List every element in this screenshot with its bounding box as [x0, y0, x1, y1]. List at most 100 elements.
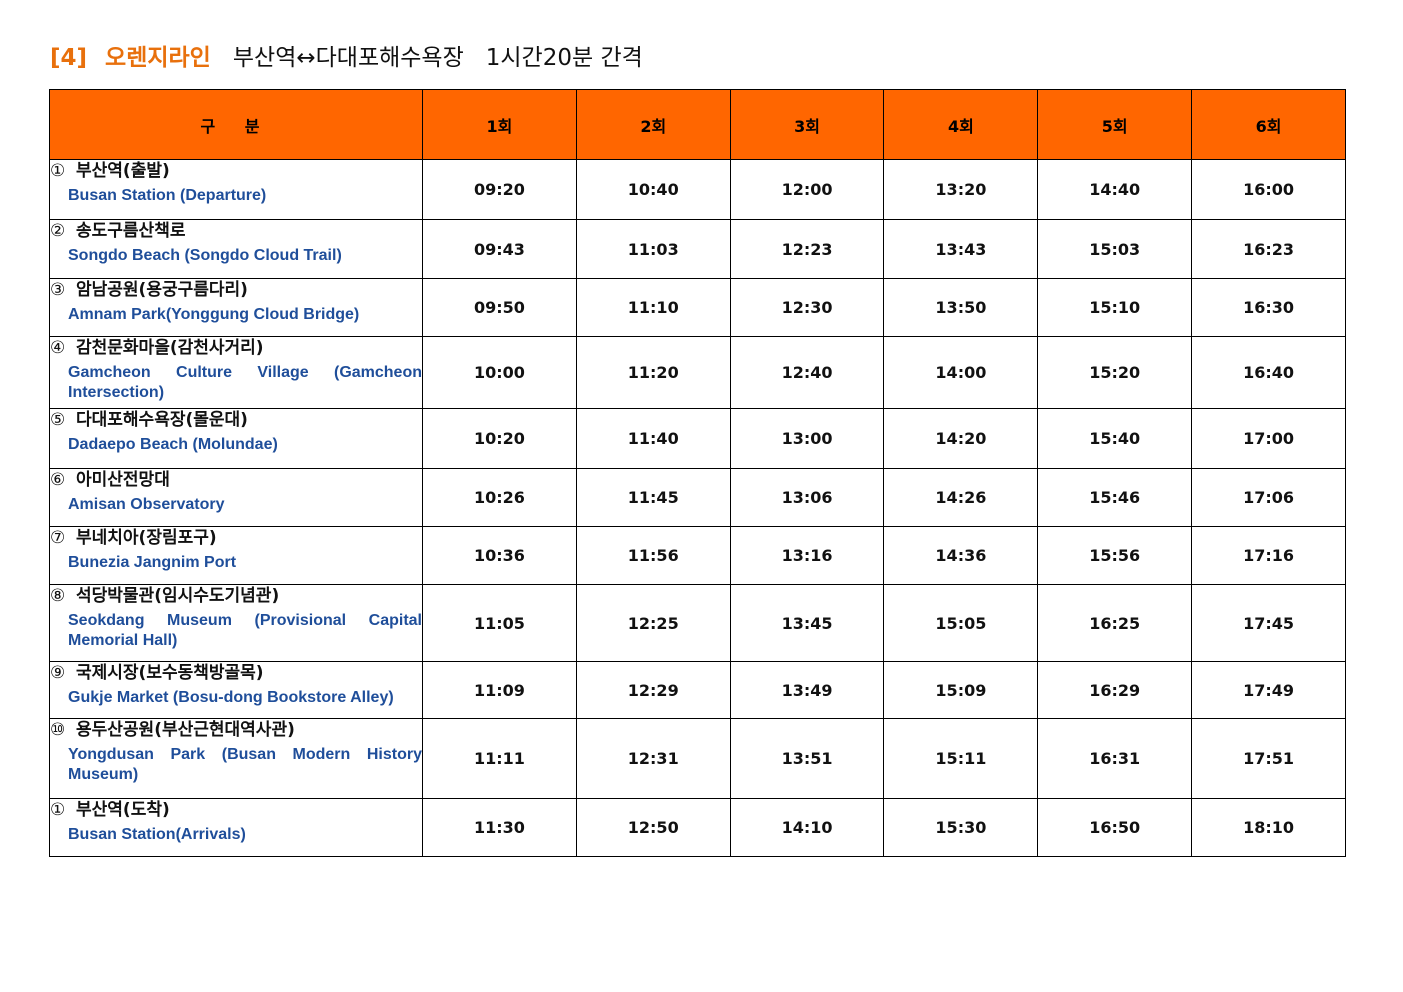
- departure-time-run-3: 12:30: [729, 278, 885, 337]
- departure-time-run-5: 16:25: [1037, 584, 1193, 662]
- departure-time-run-4: 13:20: [883, 159, 1039, 220]
- stop-cell: ④ 감천문화마을(감천사거리) Gamcheon Culture Village (…: [49, 336, 423, 409]
- departure-time-run-4: 13:50: [883, 278, 1039, 337]
- table-row: ⑥ 아미산전망대 Amisan Observatory 10:26 11:45 13:06…: [49, 468, 1346, 527]
- departure-time-run-6: 17:49: [1191, 661, 1346, 719]
- stop-number: ⑩: [50, 720, 66, 740]
- departure-time-run-1: 10:20: [422, 408, 577, 469]
- departure-time-run-1: 11:11: [422, 718, 577, 799]
- stop-name-ko: ② 송도구름산책로: [50, 220, 422, 242]
- table-row: ③ 암남공원(용궁구름다리) Amnam Park(Yonggung Cloud B…: [49, 278, 1346, 337]
- stop-number: ①: [50, 161, 66, 181]
- departure-time-run-4: 15:05: [883, 584, 1039, 662]
- departure-time-run-5: 16:31: [1037, 718, 1193, 799]
- stop-name-ko-text: 암남공원(용궁구름다리): [76, 280, 248, 300]
- departure-time-run-5: 15:40: [1037, 408, 1193, 469]
- departure-time-run-6: 16:00: [1191, 159, 1346, 220]
- departure-time-run-2: 11:10: [575, 278, 731, 337]
- stop-name-en: Songdo Beach (Songdo Cloud Trail): [68, 247, 342, 264]
- departure-time-run-4: 15:11: [883, 718, 1039, 799]
- departure-time-run-2: 10:40: [575, 159, 731, 220]
- departure-time-run-2: 11:45: [575, 468, 731, 527]
- departure-time-run-1: 09:43: [422, 219, 577, 279]
- stop-name-en: Gukje Market (Bosu-dong Bookstore Alley): [68, 689, 394, 706]
- stop-name-en: Dadaepo Beach (Molundae): [68, 436, 278, 453]
- stop-name-en: Amnam Park(Yonggung Cloud Bridge): [68, 306, 360, 323]
- stop-name-ko-text: 석당박물관(임시수도기념관): [76, 586, 280, 606]
- departure-time-run-4: 14:20: [883, 408, 1039, 469]
- departure-time-run-2: 12:50: [575, 798, 731, 857]
- stop-number: ⑦: [50, 528, 66, 548]
- stop-name-ko-text: 아미산전망대: [76, 470, 170, 490]
- stop-name-en: Busan Station(Arrivals): [68, 826, 246, 843]
- stop-name-ko: ⑨ 국제시장(보수동책방골목): [50, 662, 422, 684]
- stop-number: ⑧: [50, 586, 66, 606]
- stop-name-ko-text: 부네치아(장림포구): [76, 528, 217, 548]
- stop-name-ko: ③ 암남공원(용궁구름다리): [50, 279, 422, 301]
- table-row: ② 송도구름산책로 Songdo Beach (Songdo Cloud Trail…: [49, 219, 1346, 279]
- departure-time-run-4: 15:09: [883, 661, 1039, 719]
- stop-name-ko: ① 부산역(출발): [50, 160, 422, 182]
- table-row: ⑦ 부네치아(장림포구) Bunezia Jangnim Port 10:36 11:5…: [49, 526, 1346, 585]
- departure-time-run-2: 11:40: [575, 408, 731, 469]
- title-tag: [4]: [50, 45, 88, 71]
- title-route: 부산역↔다대포해수욕장: [232, 45, 464, 71]
- departure-time-run-1: 10:36: [422, 526, 577, 585]
- stop-name-ko-text: 감천문화마을(감천사거리): [76, 338, 264, 358]
- departure-time-run-1: 11:30: [422, 798, 577, 857]
- table-row: ⑩ 용두산공원(부산근현대역사관) Yongdusan Park (Busan Mo…: [49, 718, 1346, 799]
- stop-name-ko-text: 다대포해수욕장(몰운대): [76, 410, 248, 430]
- stop-number: ④: [50, 338, 66, 358]
- stop-cell: ⑧ 석당박물관(임시수도기념관) Seokdang Museum (Provisio…: [49, 584, 423, 662]
- table-row: ① 부산역(도착) Busan Station(Arrivals) 11:30 12:5…: [49, 798, 1346, 857]
- stop-cell: ⑨ 국제시장(보수동책방골목) Gukje Market (Bosu-dong Bo…: [49, 661, 423, 719]
- departure-time-run-2: 12:29: [575, 661, 731, 719]
- departure-time-run-1: 10:26: [422, 468, 577, 527]
- stop-name-ko: ⑥ 아미산전망대: [50, 469, 422, 491]
- departure-time-run-3: 13:00: [729, 408, 885, 469]
- departure-time-run-6: 17:06: [1191, 468, 1346, 527]
- title-line-name: 오렌지라인: [105, 45, 211, 71]
- table-row: ④ 감천문화마을(감천사거리) Gamcheon Culture Village (…: [49, 336, 1346, 409]
- departure-time-run-2: 12:31: [575, 718, 731, 799]
- header-row: 구 분 1회 2회 3회 4회 5회 6회: [49, 89, 1346, 160]
- departure-time-run-6: 18:10: [1191, 798, 1346, 857]
- stop-number: ⑥: [50, 470, 66, 490]
- departure-time-run-2: 12:25: [575, 584, 731, 662]
- departure-time-run-3: 13:16: [729, 526, 885, 585]
- table-row: ⑤ 다대포해수욕장(몰운대) Dadaepo Beach (Molundae) 10:…: [49, 408, 1346, 469]
- departure-time-run-2: 11:03: [575, 219, 731, 279]
- header-run-1: 1회: [422, 89, 577, 160]
- stop-cell: ⑦ 부네치아(장림포구) Bunezia Jangnim Port: [49, 526, 423, 585]
- stop-cell: ① 부산역(도착) Busan Station(Arrivals): [49, 798, 423, 857]
- header-stop: 구 분: [49, 89, 423, 160]
- departure-time-run-1: 11:05: [422, 584, 577, 662]
- stop-name-ko-text: 부산역(출발): [76, 161, 170, 181]
- stop-name-en: Busan Station (Departure): [68, 187, 267, 204]
- stop-name-ko: ① 부산역(도착): [50, 799, 422, 821]
- departure-time-run-3: 12:40: [729, 336, 885, 409]
- stop-name-ko-text: 용두산공원(부산근현대역사관): [76, 720, 295, 740]
- stop-name-ko-text: 부산역(도착): [76, 800, 170, 820]
- header-run-6: 6회: [1191, 89, 1346, 160]
- departure-time-run-6: 17:16: [1191, 526, 1346, 585]
- stop-cell: ③ 암남공원(용궁구름다리) Amnam Park(Yonggung Cloud B…: [49, 278, 423, 337]
- departure-time-run-5: 14:40: [1037, 159, 1193, 220]
- departure-time-run-6: 17:00: [1191, 408, 1346, 469]
- departure-time-run-5: 15:10: [1037, 278, 1193, 337]
- stop-number: ①: [50, 800, 66, 820]
- departure-time-run-6: 16:40: [1191, 336, 1346, 409]
- stop-name-en: Yongdusan Park (Busan Modern History Mus…: [68, 746, 422, 783]
- departure-time-run-3: 14:10: [729, 798, 885, 857]
- departure-time-run-5: 16:50: [1037, 798, 1193, 857]
- stop-name-en: Bunezia Jangnim Port: [68, 554, 237, 571]
- departure-time-run-2: 11:56: [575, 526, 731, 585]
- stop-number: ②: [50, 221, 66, 241]
- header-run-4: 4회: [883, 89, 1039, 160]
- stop-name-en: Amisan Observatory: [68, 496, 225, 513]
- timetable: 구 분 1회 2회 3회 4회 5회 6회 ① 부산역(출발) Busan Stat…: [49, 89, 1346, 857]
- table-row: ⑧ 석당박물관(임시수도기념관) Seokdang Museum (Provisio…: [49, 584, 1346, 662]
- header-run-5: 5회: [1037, 89, 1193, 160]
- stop-name-ko: ⑦ 부네치아(장림포구): [50, 527, 422, 549]
- page-title: [4] 오렌지라인 부산역↔다대포해수욕장 1시간20분 간격: [50, 40, 643, 76]
